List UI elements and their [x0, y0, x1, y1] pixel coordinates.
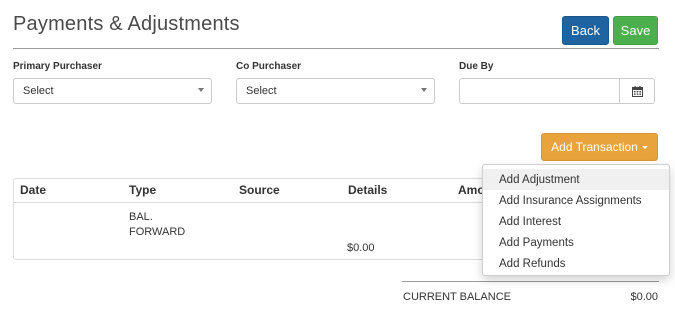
current-balance-label: CURRENT BALANCE	[403, 291, 511, 303]
caret-down-icon	[641, 145, 648, 149]
co-purchaser-select[interactable]: Select	[236, 78, 435, 104]
column-header-amount[interactable]: Amo	[458, 183, 485, 197]
primary-purchaser-label: Primary Purchaser	[13, 61, 102, 72]
menu-item-add-payments[interactable]: Add Payments	[483, 232, 669, 253]
cell-details: $0.00	[347, 242, 375, 254]
primary-purchaser-value: Select	[23, 85, 54, 97]
cell-type-line1: BAL.	[129, 211, 153, 223]
add-transaction-button[interactable]: Add Transaction	[541, 133, 658, 161]
save-button[interactable]: Save	[613, 16, 658, 45]
due-by-label: Due By	[459, 61, 494, 72]
calendar-button[interactable]	[619, 78, 655, 104]
calendar-icon	[631, 85, 643, 97]
column-header-date[interactable]: Date	[20, 183, 46, 197]
menu-item-add-adjustment[interactable]: Add Adjustment	[483, 169, 669, 190]
co-purchaser-label: Co Purchaser	[236, 61, 302, 72]
column-header-details[interactable]: Details	[348, 183, 387, 197]
co-purchaser-value: Select	[246, 85, 277, 97]
balance-divider	[402, 281, 659, 282]
page-title: Payments & Adjustments	[13, 13, 240, 35]
cell-type-line2: FORWARD	[129, 226, 186, 238]
menu-item-add-insurance-assignments[interactable]: Add Insurance Assignments	[483, 190, 669, 211]
menu-item-add-refunds[interactable]: Add Refunds	[483, 253, 669, 274]
add-transaction-menu: Add Adjustment Add Insurance Assignments…	[482, 164, 670, 276]
primary-purchaser-select[interactable]: Select	[13, 78, 212, 104]
back-button[interactable]: Back	[562, 16, 609, 45]
column-header-source[interactable]: Source	[239, 183, 280, 197]
chevron-down-icon	[198, 88, 204, 92]
due-by-input[interactable]	[459, 78, 620, 104]
chevron-down-icon	[421, 88, 427, 92]
column-header-type[interactable]: Type	[129, 183, 156, 197]
current-balance-value: $0.00	[630, 291, 658, 303]
title-divider	[13, 48, 659, 49]
add-transaction-label: Add Transaction	[551, 140, 638, 154]
menu-item-add-interest[interactable]: Add Interest	[483, 211, 669, 232]
